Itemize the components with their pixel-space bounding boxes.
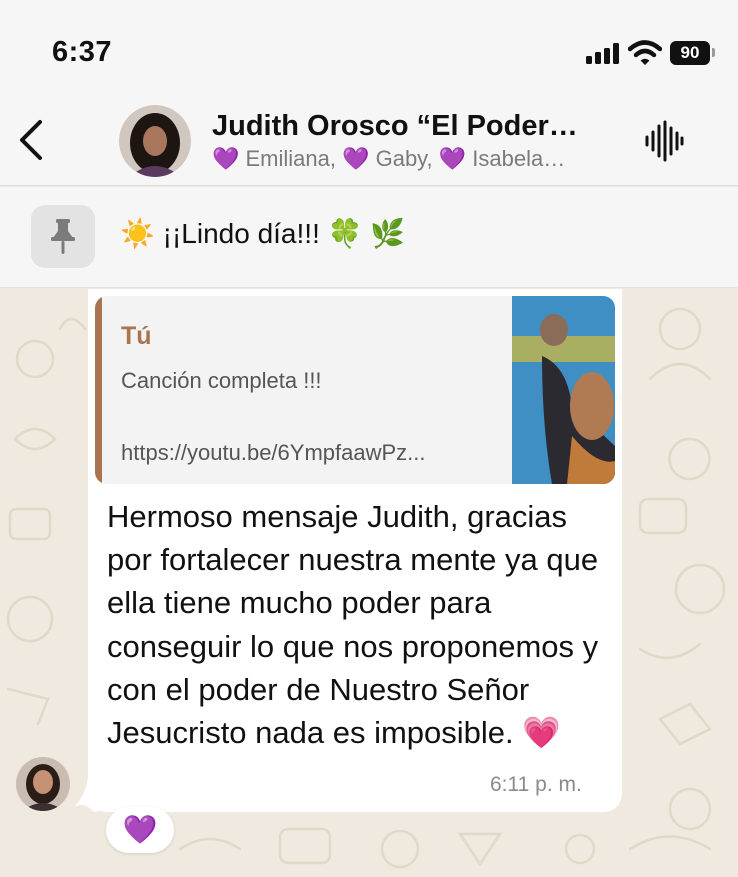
battery-nub (712, 48, 715, 57)
status-time: 6:37 (52, 36, 113, 68)
chat-area: Tú Canción completa !!! https://youtu.be… (0, 289, 738, 877)
message-bubble[interactable]: Tú Canción completa !!! https://youtu.be… (88, 289, 622, 812)
status-bar: 6:37 90 (0, 0, 738, 96)
sender-avatar[interactable] (16, 757, 70, 811)
quote-thumbnail[interactable] (512, 296, 615, 484)
battery-icon: 90 (670, 41, 710, 65)
message-text: Hermoso mensaje Judith, gracias por fort… (107, 499, 599, 751)
group-avatar[interactable] (119, 105, 191, 177)
quote-link[interactable]: https://youtu.be/6YmpfaawPz... (121, 440, 501, 466)
signal-icon (586, 42, 620, 64)
quote-accent-bar (95, 296, 102, 484)
pinned-message-bar[interactable]: ☀️ ¡¡Lindo día!!! 🍀 🌿 (0, 187, 738, 288)
reaction-badge[interactable]: 💜 (106, 807, 174, 853)
chat-members[interactable]: 💜 Emiliana, 💜 Gaby, 💜 Isabela… (212, 146, 607, 172)
quote-text: Canción completa !!! (121, 368, 322, 393)
quoted-message[interactable]: Tú Canción completa !!! https://youtu.be… (95, 296, 615, 484)
pinned-text[interactable]: ☀️ ¡¡Lindo día!!! 🍀 🌿 (120, 217, 405, 250)
wifi-icon (628, 40, 662, 65)
message-time: 6:11 p. m. (490, 773, 582, 796)
chat-header: Judith Orosco “El Poder… 💜 Emiliana, 💜 G… (0, 96, 738, 186)
back-chevron-icon[interactable] (14, 116, 50, 164)
chat-title[interactable]: Judith Orosco “El Poder… (212, 110, 602, 143)
pin-icon (51, 219, 75, 254)
pin-button[interactable] (31, 205, 95, 268)
voice-waveform-icon[interactable] (644, 120, 684, 162)
quote-author: Tú (121, 322, 152, 350)
